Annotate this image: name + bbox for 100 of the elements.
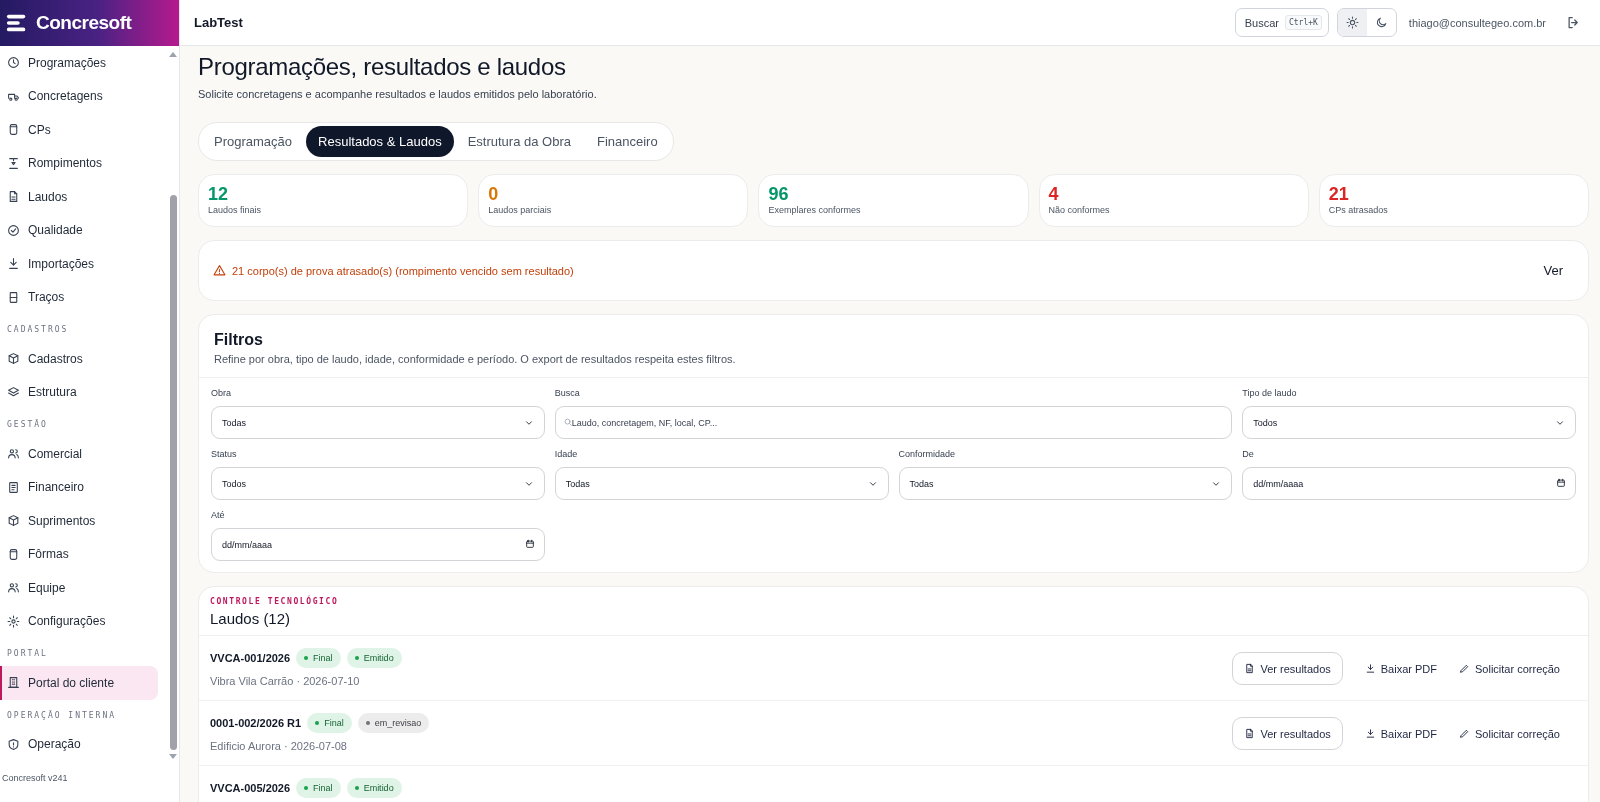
sidebar-item[interactable]: Programações	[0, 46, 158, 80]
stat-label: Laudos finais	[208, 205, 263, 215]
sidebar-item[interactable]: Configurações	[0, 604, 158, 638]
badge-label: Emitido	[363, 653, 394, 663]
laudo-code: VVCA-005/2026	[210, 782, 291, 794]
stat-value: 96	[768, 184, 790, 204]
card-title: Laudos (12)	[210, 610, 292, 627]
check-circle-icon	[7, 223, 20, 237]
section-heading: CADASTROS	[6, 324, 70, 336]
tab[interactable]: Resultados & Laudos	[306, 126, 454, 157]
stat-label: Laudos parciais	[488, 205, 553, 215]
sidebar-item[interactable]: Concretagens	[0, 79, 158, 113]
logo-icon	[6, 12, 28, 34]
settings-icon	[7, 614, 20, 628]
layers-icon	[7, 385, 20, 399]
badge-label: em_revisao	[374, 718, 422, 728]
card-title: Filtros	[214, 331, 264, 349]
document-icon	[1244, 663, 1256, 674]
view-button[interactable]: Ver	[1533, 257, 1573, 284]
sidebar-item[interactable]: Equipe	[0, 571, 158, 605]
view-results-button[interactable]: Ver resultados	[1232, 652, 1343, 685]
cube-icon	[7, 514, 20, 528]
section-heading: PORTAL	[6, 648, 49, 660]
card-description: Refine por obra, tipo de laudo, idade, conformidade e período. O export de resultados respeita estes filtros.	[214, 353, 737, 365]
tab[interactable]: Estrutura da Obra	[455, 126, 583, 157]
pencil-icon	[1459, 728, 1470, 739]
sidebar-item[interactable]: Financeiro	[0, 470, 158, 504]
date-field[interactable]: dd/mm/aaaa	[211, 528, 545, 561]
laudo-code: VVCA-001/2026	[210, 652, 291, 664]
user-email: thiago@consultegeo.com.br	[1408, 16, 1546, 29]
section-heading: GESTÃO	[6, 418, 49, 431]
badge-label: Final	[313, 653, 333, 663]
select-field[interactable]: Todos	[211, 467, 545, 500]
stat-value: 12	[208, 184, 230, 204]
page-title: Programações, resultados e laudos	[198, 52, 567, 82]
sidebar-item[interactable]: Qualidade	[0, 213, 158, 247]
sun-icon[interactable]	[1345, 16, 1359, 29]
sidebar-item[interactable]: Operação	[0, 727, 158, 761]
stat-label: Não conformes	[1048, 205, 1111, 215]
sidebar-item[interactable]: Cadastros	[0, 342, 158, 376]
badge-label: Final	[324, 718, 344, 728]
laudo-meta: Vibra Vila Carrão · 2026-07-10	[210, 675, 361, 687]
sidebar-item[interactable]: Comercial	[0, 437, 158, 471]
version-label: Concresoft v241	[1, 772, 69, 785]
select-field[interactable]: Todos	[1242, 406, 1576, 439]
cube-icon	[7, 352, 20, 366]
date-field[interactable]: dd/mm/aaaa	[1242, 467, 1576, 500]
sidebar-item[interactable]: Portal do cliente	[0, 666, 158, 700]
download-icon	[7, 257, 20, 271]
edit-link[interactable]: Solicitar correção	[1453, 652, 1566, 685]
shield-icon	[7, 737, 20, 751]
page-subtitle: Solicite concretagens e acompanhe resultados e laudos emitidos pelo laboratório.	[198, 88, 598, 100]
laudo-code: 0001-002/2026 R1	[210, 717, 302, 729]
download-link[interactable]: Baixar PDF	[1358, 652, 1443, 685]
select-field[interactable]: Todas	[211, 406, 545, 439]
receipt-icon	[7, 480, 20, 494]
sidebar-item[interactable]: Estrutura	[0, 375, 158, 409]
alert-text: 21 corpo(s) de prova atrasado(s) (rompimento vencido sem resultado)	[232, 264, 575, 277]
search-field[interactable]: Laudo, concretagem, NF, local, CP...	[554, 406, 1233, 439]
search-button[interactable]: Buscar Ctrl+K	[1234, 8, 1329, 37]
field-label: Obra	[211, 388, 232, 398]
building-icon	[7, 676, 20, 690]
sidebar-item[interactable]: CPs	[0, 113, 158, 147]
moon-icon[interactable]	[1374, 16, 1388, 29]
download-icon	[1364, 728, 1376, 739]
cylinder-icon	[7, 123, 20, 137]
sidebar-item[interactable]: Traços	[0, 280, 158, 314]
sidebar-item[interactable]: Fôrmas	[0, 537, 158, 571]
pencil-icon	[1459, 663, 1470, 674]
download-link[interactable]: Baixar PDF	[1358, 717, 1443, 750]
laudo-meta: Edificio Aurora · 2026-07-08	[210, 740, 348, 752]
view-results-button[interactable]: Ver resultados	[1232, 717, 1343, 750]
brand-name: Concresoft	[36, 12, 132, 34]
sidebar-item[interactable]: Importações	[0, 247, 158, 281]
stat-label: Exemplares conformes	[768, 205, 862, 215]
document-icon	[1244, 728, 1256, 739]
press-icon	[7, 156, 20, 170]
field-label: Busca	[554, 388, 581, 398]
search-icon	[562, 417, 573, 427]
field-label: Idade	[554, 449, 579, 459]
stat-value: 21	[1328, 184, 1350, 204]
badge-label: Emitido	[363, 783, 394, 793]
sidebar-item[interactable]: Suprimentos	[0, 504, 158, 538]
section-heading: OPERAÇÃO INTERNA	[6, 709, 118, 722]
tab[interactable]: Programação	[202, 126, 305, 157]
select-field[interactable]: Todas	[898, 467, 1233, 500]
field-label: Tipo de laudo	[1242, 388, 1298, 398]
sidebar-item[interactable]: Laudos	[0, 180, 158, 214]
tab[interactable]: Financeiro	[584, 126, 670, 157]
edit-link[interactable]: Solicitar correção	[1453, 717, 1566, 750]
select-field[interactable]: Todas	[554, 467, 889, 500]
field-label: Até	[211, 510, 226, 520]
badge-label: Final	[313, 783, 333, 793]
stat-value: 4	[1048, 184, 1060, 204]
stat-value: 0	[488, 184, 500, 204]
stat-label: CPs atrasados	[1328, 205, 1389, 215]
document-icon	[7, 190, 20, 204]
logout-icon[interactable]	[1565, 15, 1581, 30]
sidebar-item[interactable]: Rompimentos	[0, 146, 158, 180]
field-label: Conformidade	[898, 449, 957, 459]
